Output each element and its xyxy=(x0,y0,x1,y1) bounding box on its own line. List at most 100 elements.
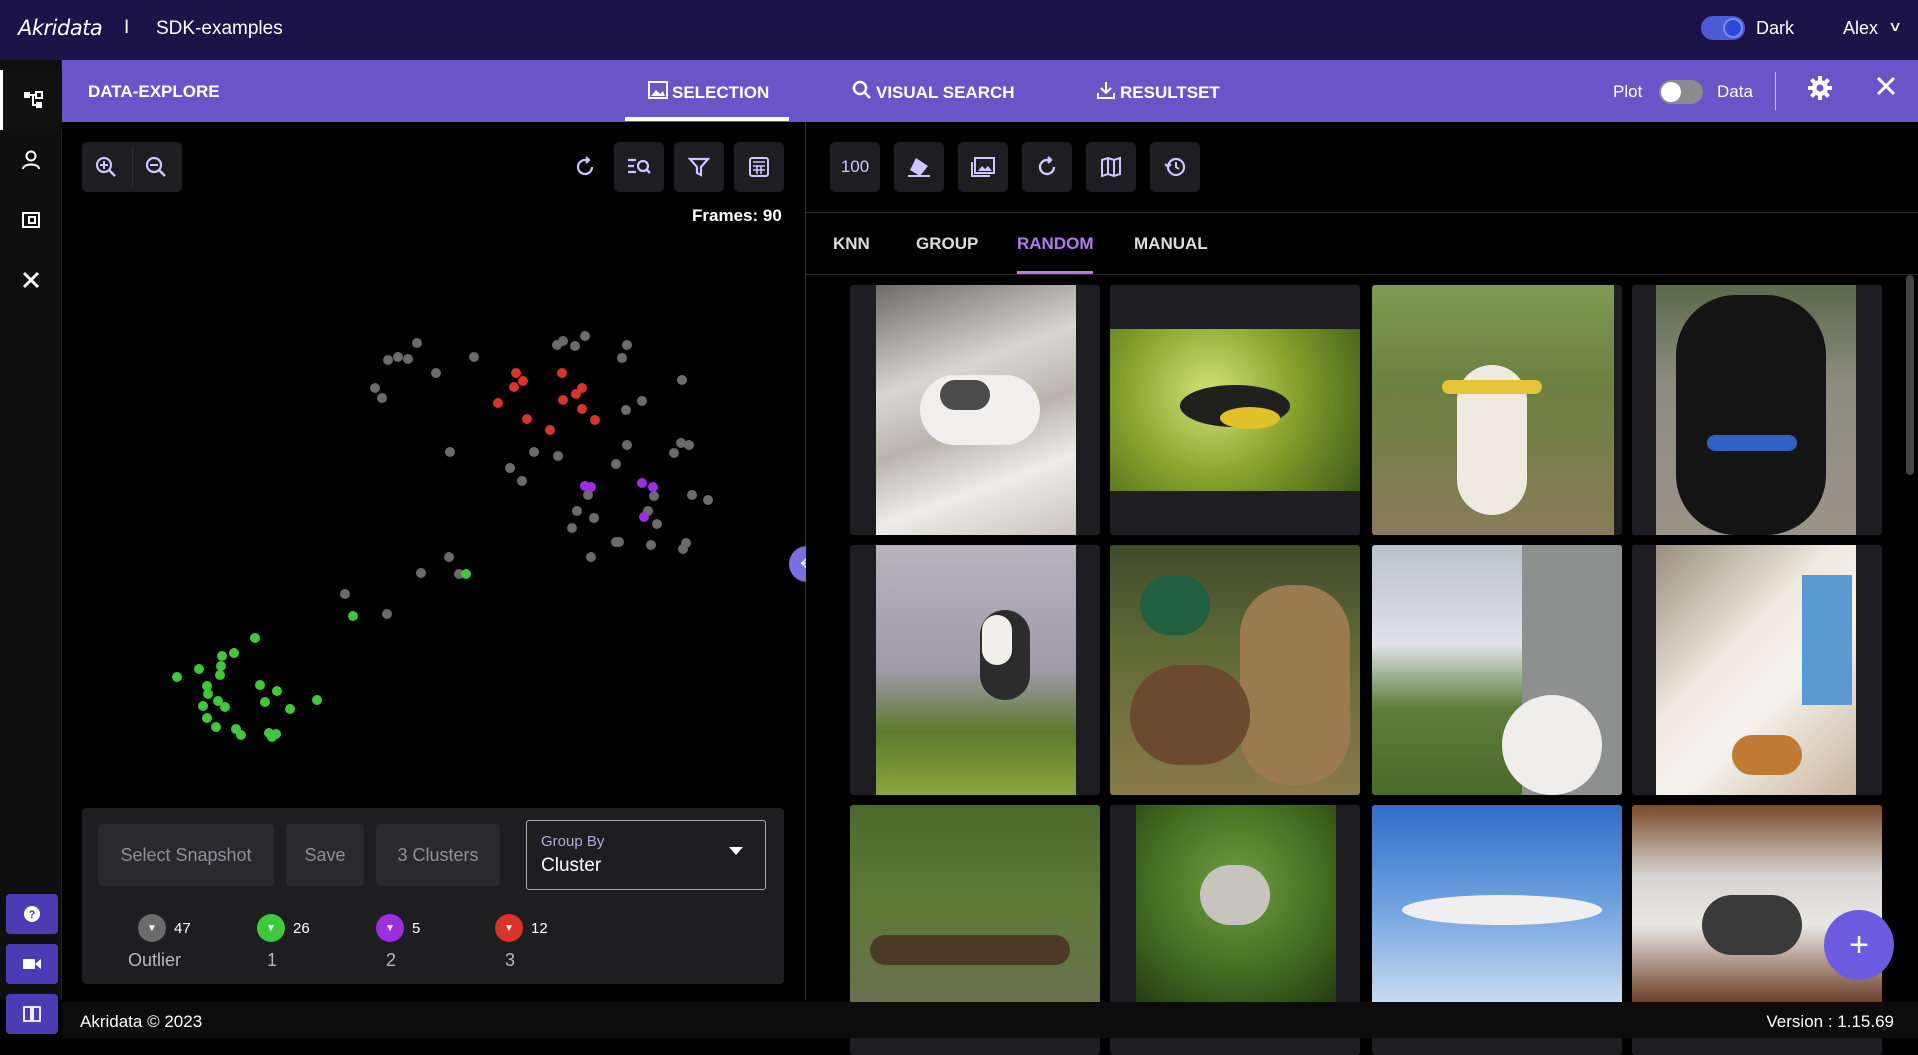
legend-count: 26 xyxy=(293,920,310,937)
tab-label: SELECTION xyxy=(672,82,770,102)
gear-icon[interactable] xyxy=(1806,74,1834,109)
photo-detail xyxy=(1140,575,1210,635)
group-by-select[interactable]: Group By Cluster xyxy=(526,820,766,890)
data-explore-nav-icon[interactable] xyxy=(0,70,62,130)
image-tile-woodpecker[interactable] xyxy=(850,545,1100,795)
photo-detail xyxy=(1802,575,1852,705)
image-tile-black-dog[interactable] xyxy=(1632,285,1882,535)
copyright-text: Akridata © 2023 xyxy=(80,1012,203,1031)
select-snapshot-button[interactable]: Select Snapshot xyxy=(98,824,274,886)
legend-outlier[interactable]: ▼ 47 Outlier xyxy=(128,914,238,974)
close-icon[interactable] xyxy=(1874,73,1898,105)
zoom-in-icon[interactable] xyxy=(94,155,118,185)
divider xyxy=(132,148,133,186)
photo-detail xyxy=(1130,665,1250,765)
version-text: Version : 1.15.69 xyxy=(1766,1012,1894,1031)
tab-visual-search[interactable]: VISUAL SEARCH xyxy=(852,80,1015,105)
tab-label: RESULTSET xyxy=(1120,82,1220,102)
user-menu[interactable]: Alex xyxy=(1843,18,1878,39)
dark-mode-toggle[interactable] xyxy=(1701,16,1745,40)
sub-header: DATA-EXPLORE SELECTION VISUAL SEARCH RES… xyxy=(62,60,1918,122)
clusters-button[interactable]: 3 Clusters xyxy=(376,824,500,886)
tab-group[interactable]: GROUP xyxy=(916,234,978,254)
data-label: Data xyxy=(1717,82,1753,101)
toggle-knob xyxy=(1723,18,1743,38)
chevron-down-icon[interactable]: ∨ xyxy=(1888,18,1902,35)
photo-detail xyxy=(1402,895,1602,925)
gallery-icon[interactable] xyxy=(958,142,1008,192)
reset-icon[interactable] xyxy=(560,142,610,192)
sample-count-button[interactable]: 100 xyxy=(830,142,880,192)
photo-detail xyxy=(1240,585,1350,785)
refresh-icon[interactable] xyxy=(1022,142,1072,192)
outlier-points xyxy=(340,331,713,619)
group-by-value: Cluster xyxy=(541,855,602,876)
chevron-down-icon xyxy=(729,847,743,855)
image-tile-ducks[interactable] xyxy=(1110,545,1360,795)
legend-cluster-1[interactable]: ▼ 26 1 xyxy=(257,914,357,974)
photo-detail xyxy=(1442,380,1542,394)
photo-detail xyxy=(982,615,1012,665)
filter-icon[interactable] xyxy=(674,142,724,192)
tab-knn[interactable]: KNN xyxy=(833,234,870,254)
map-icon[interactable] xyxy=(1086,142,1136,192)
image-tile-room-dog[interactable] xyxy=(1632,545,1882,795)
photo-detail xyxy=(870,935,1070,965)
image-tile-cat-window[interactable] xyxy=(1372,545,1622,795)
catalog-icon[interactable] xyxy=(0,190,62,250)
tools-icon[interactable] xyxy=(0,250,62,310)
legend-cluster-2[interactable]: ▼ 5 2 xyxy=(376,914,476,974)
cluster-scatter-plot[interactable] xyxy=(62,242,806,882)
snapshot-card: Select Snapshot Save 3 Clusters Group By… xyxy=(82,808,784,984)
left-nav: ? xyxy=(0,60,62,1034)
top-bar: Akridata I SDK-examples Dark Alex ∨ xyxy=(0,0,1918,60)
save-button[interactable]: Save xyxy=(286,824,364,886)
photo xyxy=(876,545,1076,795)
frames-count: Frames: 90 xyxy=(692,206,782,225)
legend-count: 47 xyxy=(174,920,191,937)
docs-icon[interactable] xyxy=(6,994,58,1034)
search-icon xyxy=(852,80,872,105)
history-icon[interactable] xyxy=(1150,142,1200,192)
photo-detail xyxy=(1702,895,1802,955)
video-icon[interactable] xyxy=(6,944,58,984)
plot-data-toggle[interactable] xyxy=(1659,80,1703,104)
group-by-label: Group By xyxy=(541,833,605,850)
results-panel: 100 KNN GROUP RANDOM MANUAL xyxy=(806,122,1918,1055)
toggle-knob xyxy=(1661,82,1681,102)
akridata-logo[interactable]: Akridata xyxy=(18,16,103,40)
photo-detail xyxy=(1732,735,1802,775)
calculator-icon[interactable] xyxy=(734,142,784,192)
results-scrollbar[interactable] xyxy=(1906,275,1914,475)
eraser-icon[interactable] xyxy=(894,142,944,192)
caret-down-icon: ▼ xyxy=(257,914,285,942)
active-tab-indicator xyxy=(625,117,789,121)
project-name[interactable]: SDK-examples xyxy=(156,18,283,40)
image-tile-dog-flowers[interactable] xyxy=(1372,285,1622,535)
user-icon[interactable] xyxy=(0,130,62,190)
photo xyxy=(850,805,1100,1005)
legend-name: 3 xyxy=(505,950,516,970)
caret-down-icon: ▼ xyxy=(495,914,523,942)
zoom-out-icon[interactable] xyxy=(144,155,168,185)
image-tile-bird-branch[interactable] xyxy=(1110,285,1360,535)
divider xyxy=(806,274,1918,275)
legend-cluster-3[interactable]: ▼ 12 3 xyxy=(495,914,595,974)
list-search-icon[interactable] xyxy=(614,142,664,192)
cluster-3-points xyxy=(493,368,600,435)
legend-name: Outlier xyxy=(128,950,182,970)
tab-random[interactable]: RANDOM xyxy=(1017,234,1094,254)
tab-resultset[interactable]: RESULTSET xyxy=(1096,80,1220,105)
page-title: DATA-EXPLORE xyxy=(88,82,220,101)
photo-detail xyxy=(1707,435,1797,451)
image-tile-cat-sleeping[interactable] xyxy=(850,285,1100,535)
tab-manual[interactable]: MANUAL xyxy=(1134,234,1208,254)
cluster-1-points xyxy=(172,569,471,742)
dark-mode-label: Dark xyxy=(1756,18,1795,38)
tab-selection[interactable]: SELECTION xyxy=(648,80,769,105)
add-button[interactable]: + xyxy=(1824,910,1894,980)
footer: Akridata © 2023 Version : 1.15.69 xyxy=(62,1002,1918,1038)
help-icon[interactable]: ? xyxy=(6,894,58,934)
plot-label: Plot xyxy=(1613,82,1643,101)
legend-name: 1 xyxy=(267,950,278,970)
